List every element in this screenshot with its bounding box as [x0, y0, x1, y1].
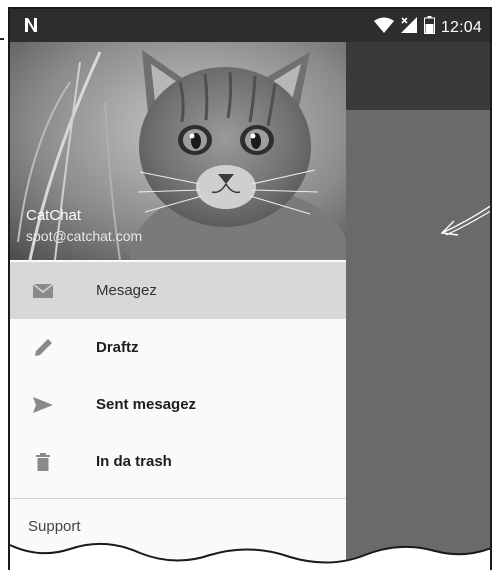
toolbar	[346, 42, 490, 110]
drawer-header-email: spot@catchat.com	[26, 228, 143, 244]
battery-icon	[423, 16, 435, 39]
torn-edge	[10, 542, 490, 570]
drawer-header: CatChat spot@catchat.com	[10, 42, 346, 260]
drawer-item-drafts[interactable]: Draftz	[10, 319, 346, 376]
drawer-item-inbox[interactable]: Mesagez	[10, 262, 346, 319]
status-bar: 12:04	[10, 9, 490, 42]
status-time: 12:04	[440, 18, 482, 36]
drawer-item-label: In da trash	[96, 453, 172, 470]
trash-icon	[31, 450, 55, 474]
drawer-item-label: Mesagez	[96, 282, 157, 299]
pencil-icon	[31, 336, 55, 360]
wifi-icon	[373, 17, 394, 38]
send-icon	[31, 393, 55, 417]
drawer-item-label: Sent mesagez	[96, 396, 197, 413]
annotation-arrow	[438, 199, 490, 244]
phone-screen: 12:04 CatChat spot@catchat.com Mesagez D…	[8, 7, 492, 570]
mail-icon	[31, 279, 55, 303]
drawer-header-name: CatChat	[26, 207, 82, 224]
drawer-item-sent[interactable]: Sent mesagez	[10, 376, 346, 433]
drawer-item-trash[interactable]: In da trash	[10, 433, 346, 490]
drawer-menu: Mesagez Draftz Sent mesagez In da trash …	[10, 262, 346, 553]
navigation-drawer: CatChat spot@catchat.com Mesagez Draftz …	[10, 42, 346, 570]
drawer-item-label: Draftz	[96, 339, 139, 356]
no-signal-icon	[400, 16, 418, 39]
annotation-tick	[0, 38, 4, 40]
nougat-n-icon	[24, 17, 38, 38]
